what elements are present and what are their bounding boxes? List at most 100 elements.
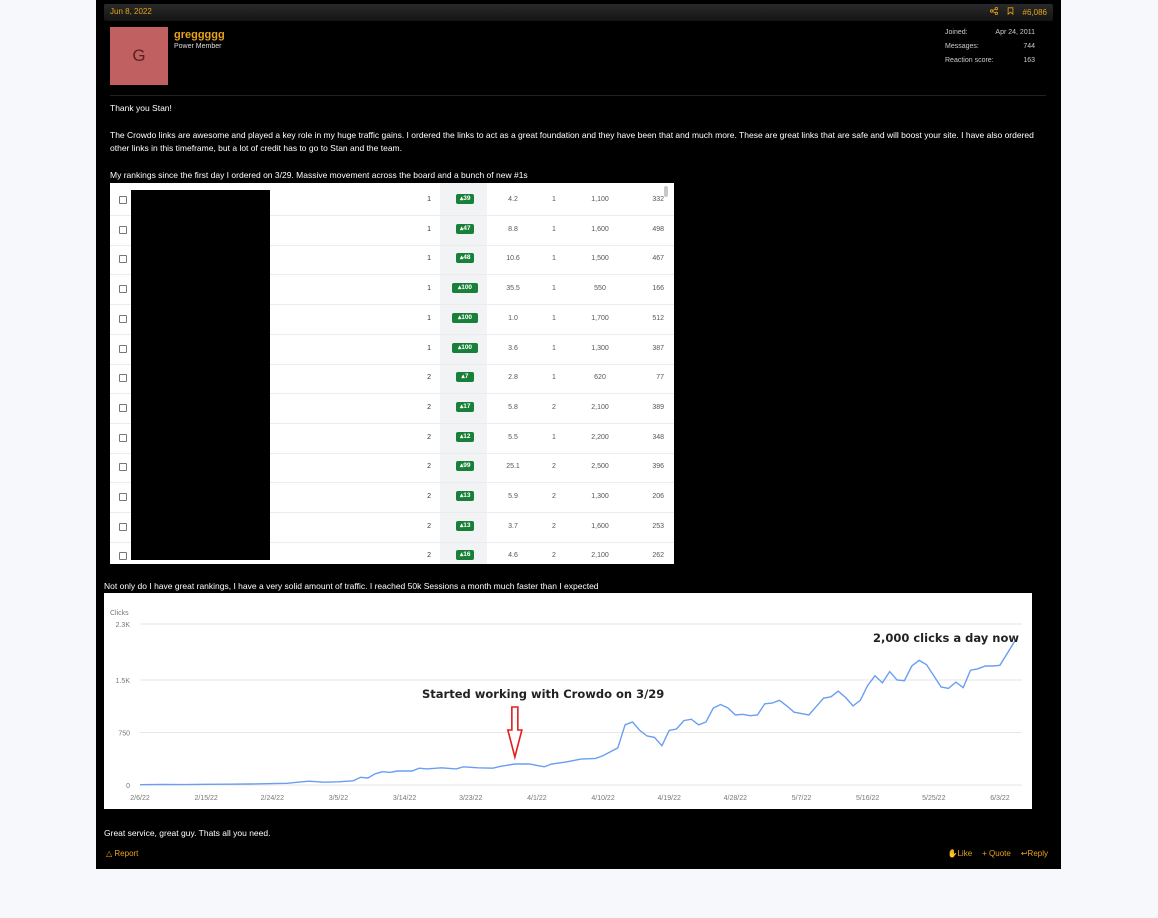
metric-cell: 2 (552, 552, 556, 560)
traffic-cell: 262 (652, 552, 664, 560)
traffic-cell: 348 (652, 433, 664, 441)
y-tick-label: 0 (126, 783, 130, 790)
avatar[interactable]: G (110, 27, 168, 85)
position-cell: 2 (427, 403, 431, 411)
x-tick-label: 5/25/22 (922, 795, 945, 802)
row-checkbox[interactable] (119, 463, 127, 472)
change-badge: ▴12 (456, 431, 474, 442)
traffic-cell: 253 (652, 522, 664, 530)
position-cell: 2 (427, 433, 431, 441)
metric-cell: 1 (552, 255, 556, 263)
x-tick-label: 3/23/22 (459, 795, 482, 802)
volume-cell: 1,500 (591, 255, 609, 263)
change-value: 99 (463, 462, 471, 470)
change-badge: ▴48 (456, 253, 474, 264)
metric-cell: 4.2 (508, 196, 518, 203)
metric-cell: 2 (552, 493, 556, 500)
user-stat-row: Messages: 744 (945, 43, 1035, 57)
reply-icon: ↩ (1020, 849, 1028, 858)
avatar-letter: G (132, 46, 146, 65)
user-stat-value: 744 (1023, 43, 1035, 50)
metric-cell: 1 (552, 285, 556, 293)
traffic-cell: 396 (652, 463, 664, 471)
like-label: Like (957, 849, 973, 858)
change-value: 100 (461, 343, 473, 351)
position-cell: 2 (427, 493, 431, 500)
metric-cell: 2 (552, 522, 556, 530)
change-badge: ▴47 (456, 223, 474, 234)
like-button[interactable]: ✋Like (948, 849, 973, 858)
volume-cell: 1,100 (591, 196, 609, 203)
user-stat-label: Reaction score: (945, 57, 994, 64)
metric-cell: 3.7 (508, 522, 518, 530)
down-arrow-icon (506, 706, 523, 761)
traffic-cell: 166 (652, 285, 664, 293)
annotation-end: 2,000 clicks a day now (873, 631, 1019, 645)
metric-cell: 2 (552, 403, 556, 411)
change-value: 100 (461, 313, 473, 321)
change-badge: ▴39 (456, 194, 474, 204)
volume-cell: 1,600 (591, 522, 609, 530)
metric-cell: 1 (552, 433, 556, 441)
row-checkbox[interactable] (119, 522, 127, 531)
report-link[interactable]: △ Report (106, 849, 138, 858)
quote-button[interactable]: + Quote (982, 849, 1011, 858)
x-tick-label: 5/7/22 (792, 795, 812, 802)
change-badge: ▴13 (456, 491, 474, 501)
change-badge: ▴99 (456, 461, 474, 472)
change-value: 100 (461, 284, 473, 292)
volume-cell: 1,300 (591, 344, 609, 352)
volume-cell: 2,200 (591, 433, 609, 441)
change-value: 13 (463, 521, 471, 529)
username[interactable]: greggggg (174, 29, 225, 41)
row-checkbox[interactable] (119, 552, 127, 561)
share-icon[interactable] (989, 7, 998, 17)
y-tick-label: 750 (118, 731, 130, 738)
metric-cell: 1.0 (508, 314, 518, 322)
user-stat-value: 163 (1023, 57, 1035, 64)
change-value: 47 (463, 224, 471, 232)
annotation-start: Started working with Crowdo on 3/29 (422, 687, 664, 701)
row-checkbox[interactable] (119, 493, 127, 501)
row-checkbox[interactable] (119, 314, 127, 323)
volume-cell: 1,300 (591, 493, 609, 500)
volume-cell: 550 (594, 285, 606, 293)
metric-cell: 3.6 (508, 344, 518, 352)
row-checkbox[interactable] (119, 344, 127, 353)
post-header-bar: Jun 8, 2022 #6,086 (104, 4, 1053, 21)
redacted-keywords (131, 190, 270, 560)
metric-cell: 1 (552, 344, 556, 352)
post-number[interactable]: #6,086 (1023, 8, 1047, 17)
post-paragraph-4: Not only do I have great rankings, I hav… (104, 581, 599, 591)
position-cell: 1 (427, 255, 431, 263)
x-tick-label: 4/28/22 (724, 795, 747, 802)
position-cell: 1 (427, 285, 431, 293)
row-checkbox[interactable] (119, 225, 127, 234)
user-stat-row: Reaction score: 163 (945, 57, 1035, 71)
x-tick-label: 3/5/22 (329, 795, 349, 802)
thumbs-up-icon: ✋ (947, 849, 958, 858)
user-stat-label: Joined: (945, 29, 968, 36)
row-checkbox[interactable] (119, 433, 127, 442)
position-cell: 1 (427, 196, 431, 203)
post-paragraph-1: Thank you Stan! (110, 103, 172, 113)
metric-cell: 25.1 (506, 463, 520, 471)
bookmark-icon[interactable] (1007, 7, 1014, 17)
post-date[interactable]: Jun 8, 2022 (110, 7, 152, 16)
reply-button[interactable]: ↩Reply (1021, 849, 1048, 858)
change-badge: ▴100 (452, 283, 478, 294)
change-badge: ▴17 (456, 401, 474, 412)
row-checkbox[interactable] (119, 255, 127, 264)
row-checkbox[interactable] (119, 285, 127, 294)
traffic-cell: 498 (652, 225, 664, 233)
metric-cell: 4.6 (508, 552, 518, 560)
metric-cell: 10.6 (506, 255, 520, 263)
scrollbar[interactable] (664, 186, 668, 197)
y-axis-label: Clicks (110, 610, 129, 617)
row-checkbox[interactable] (119, 374, 127, 383)
position-cell: 2 (427, 463, 431, 471)
volume-cell: 1,600 (591, 225, 609, 233)
change-value: 7 (464, 373, 469, 381)
row-checkbox[interactable] (119, 196, 127, 204)
row-checkbox[interactable] (119, 403, 127, 412)
